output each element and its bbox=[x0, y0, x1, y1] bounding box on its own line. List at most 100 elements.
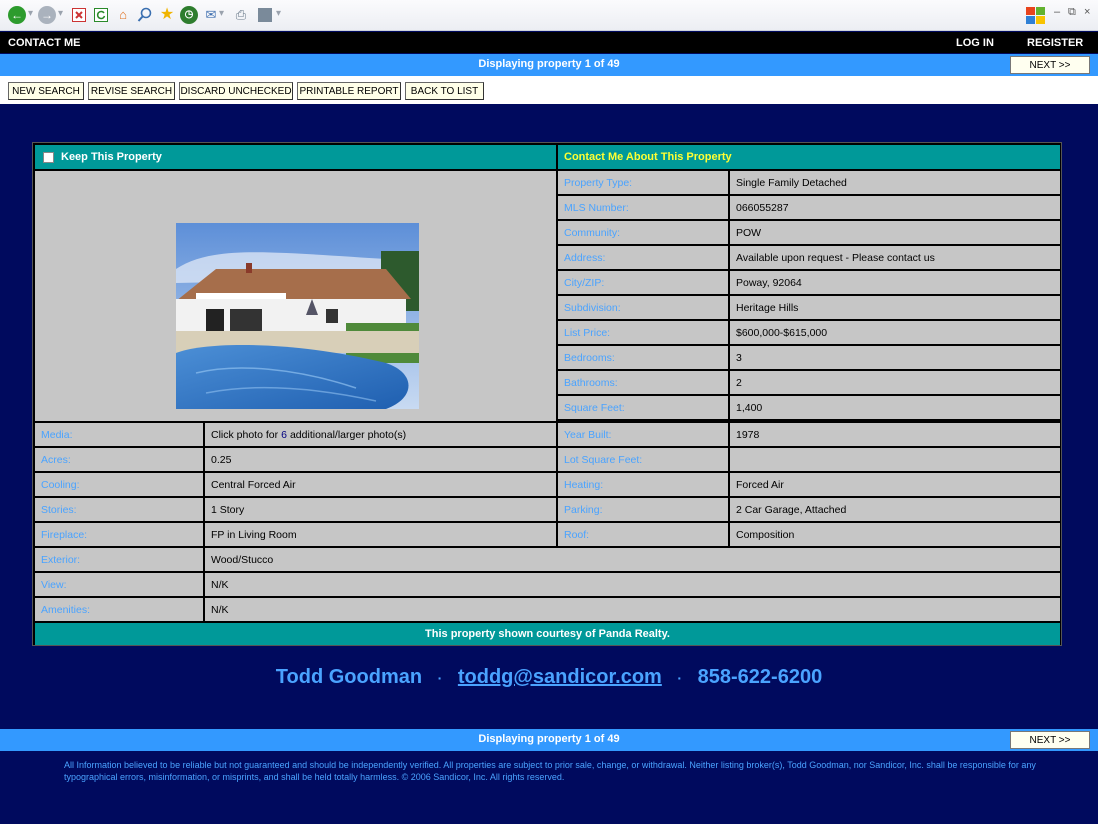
forward-icon[interactable]: → bbox=[38, 6, 56, 24]
status-of: of bbox=[590, 58, 608, 70]
detail-label: Square Feet: bbox=[558, 396, 728, 419]
paired-right-label: Roof: bbox=[558, 523, 728, 546]
close-icon[interactable]: × bbox=[1084, 6, 1090, 18]
print-icon[interactable]: ⎙ bbox=[232, 6, 250, 24]
status-of: of bbox=[590, 733, 608, 745]
paired-left-label: Stories: bbox=[35, 498, 203, 521]
detail-value: $600,000-$615,000 bbox=[730, 321, 1060, 344]
next-button-bottom[interactable]: NEXT >> bbox=[1010, 731, 1090, 749]
history-icon[interactable]: ◷ bbox=[180, 6, 198, 24]
agent-contact: Todd Goodman · toddg@sandicor.com · 858-… bbox=[0, 666, 1098, 689]
detail-label: Community: bbox=[558, 221, 728, 244]
status-prefix: Displaying property bbox=[478, 733, 585, 745]
refresh-icon[interactable] bbox=[92, 6, 110, 24]
detail-value: 1,400 bbox=[730, 396, 1060, 419]
paired-left-label: Acres: bbox=[35, 448, 203, 471]
media-value: Click photo for 6 additional/larger phot… bbox=[205, 423, 556, 446]
status-total: 49 bbox=[607, 58, 620, 70]
detail-value: 3 bbox=[730, 346, 1060, 369]
site-nav: CONTACT ME LOG IN REGISTER bbox=[0, 32, 1098, 53]
restore-icon[interactable]: ⧉ bbox=[1068, 6, 1076, 19]
media-suffix: additional/larger photo(s) bbox=[289, 428, 407, 441]
detail-value: 2 bbox=[730, 371, 1060, 394]
agent-email-link[interactable]: toddg@sandicor.com bbox=[458, 666, 662, 688]
detail-label: City/ZIP: bbox=[558, 271, 728, 294]
detail-label: MLS Number: bbox=[558, 196, 728, 219]
detail-label: Bathrooms: bbox=[558, 371, 728, 394]
windows-logo-icon bbox=[1025, 6, 1047, 26]
full-row-value: Wood/Stucco bbox=[205, 548, 1060, 571]
display-status-text-bottom: Displaying property 1 of 49 bbox=[0, 733, 1098, 745]
mail-dropdown-icon[interactable]: ▾ bbox=[219, 8, 224, 19]
detail-value: Single Family Detached bbox=[730, 171, 1060, 194]
detail-label: List Price: bbox=[558, 321, 728, 344]
edit-dropdown-icon[interactable]: ▾ bbox=[276, 8, 281, 19]
detail-label: Subdivision: bbox=[558, 296, 728, 319]
property-photo[interactable] bbox=[176, 223, 419, 409]
keep-property-checkbox[interactable] bbox=[43, 151, 54, 163]
full-row-label: View: bbox=[35, 573, 203, 596]
favorites-icon[interactable]: ★ bbox=[158, 6, 176, 24]
home-icon[interactable]: ⌂ bbox=[114, 6, 132, 24]
year-built-label: Year Built: bbox=[558, 423, 728, 446]
register-link[interactable]: REGISTER bbox=[1027, 37, 1083, 49]
display-status-text: Displaying property 1 of 49 bbox=[0, 58, 1098, 70]
minimize-icon[interactable]: – bbox=[1054, 6, 1060, 18]
agent-phone: 858-622-6200 bbox=[697, 666, 823, 688]
login-link[interactable]: LOG IN bbox=[956, 37, 994, 49]
stop-icon[interactable] bbox=[70, 6, 88, 24]
browser-toolbar: ← ▾ → ▾ ⌂ ★ ◷ ✉ ▾ ⎙ ▾ – ⧉ × bbox=[0, 0, 1098, 31]
keep-property-header: Keep This Property bbox=[35, 145, 556, 169]
new-search-button[interactable]: NEW SEARCH bbox=[8, 82, 84, 100]
printable-report-button[interactable]: PRINTABLE REPORT bbox=[297, 82, 401, 100]
paired-left-value: 0.25 bbox=[205, 448, 556, 471]
paired-right-value: 2 Car Garage, Attached bbox=[730, 498, 1060, 521]
paired-left-label: Cooling: bbox=[35, 473, 203, 496]
contact-about-property-link[interactable]: Contact Me About This Property bbox=[558, 145, 1060, 169]
photo-count-link[interactable]: 6 bbox=[281, 429, 287, 441]
keep-property-label[interactable]: Keep This Property bbox=[61, 151, 162, 163]
discard-unchecked-button[interactable]: DISCARD UNCHECKED bbox=[179, 82, 293, 100]
display-status-bar: Displaying property 1 of 49 NEXT >> bbox=[0, 54, 1098, 76]
edit-icon[interactable] bbox=[256, 6, 274, 24]
disclaimer-text: All Information believed to be reliable … bbox=[64, 760, 1036, 782]
status-total: 49 bbox=[607, 733, 620, 745]
full-row-value: N/K bbox=[205, 598, 1060, 621]
detail-value: Poway, 92064 bbox=[730, 271, 1060, 294]
agent-name: Todd Goodman bbox=[275, 666, 423, 688]
detail-value: POW bbox=[730, 221, 1060, 244]
property-details-table: Keep This Property Contact Me About This… bbox=[32, 142, 1062, 646]
search-icon[interactable] bbox=[136, 6, 154, 24]
paired-left-value: 1 Story bbox=[205, 498, 556, 521]
detail-value: Available upon request - Please contact … bbox=[730, 246, 1060, 269]
paired-left-value: Central Forced Air bbox=[205, 473, 556, 496]
status-prefix: Displaying property bbox=[478, 58, 585, 70]
detail-label: Address: bbox=[558, 246, 728, 269]
full-row-label: Amenities: bbox=[35, 598, 203, 621]
full-row-value: N/K bbox=[205, 573, 1060, 596]
back-to-list-button[interactable]: BACK TO LIST bbox=[405, 82, 484, 100]
paired-left-value: FP in Living Room bbox=[205, 523, 556, 546]
separator-dot: · bbox=[437, 670, 443, 686]
year-built-value: 1978 bbox=[730, 423, 1060, 446]
paired-left-label: Fireplace: bbox=[35, 523, 203, 546]
display-status-bar-bottom: Displaying property 1 of 49 NEXT >> bbox=[0, 729, 1098, 751]
back-dropdown-icon[interactable]: ▾ bbox=[28, 8, 33, 19]
back-icon[interactable]: ← bbox=[8, 6, 26, 24]
detail-label: Property Type: bbox=[558, 171, 728, 194]
forward-dropdown-icon[interactable]: ▾ bbox=[58, 8, 63, 19]
next-button[interactable]: NEXT >> bbox=[1010, 56, 1090, 74]
detail-label: Bedrooms: bbox=[558, 346, 728, 369]
paired-right-label: Lot Square Feet: bbox=[558, 448, 728, 471]
mail-icon[interactable]: ✉ bbox=[202, 6, 220, 24]
contact-me-link[interactable]: CONTACT ME bbox=[8, 37, 81, 49]
revise-search-button[interactable]: REVISE SEARCH bbox=[88, 82, 175, 100]
paired-right-value: Forced Air bbox=[730, 473, 1060, 496]
detail-value: Heritage Hills bbox=[730, 296, 1060, 319]
full-row-label: Exterior: bbox=[35, 548, 203, 571]
paired-right-label: Parking: bbox=[558, 498, 728, 521]
action-toolbar: NEW SEARCH REVISE SEARCH DISCARD UNCHECK… bbox=[0, 76, 1098, 104]
media-label: Media: bbox=[35, 423, 203, 446]
separator-dot: · bbox=[677, 670, 683, 686]
paired-right-value bbox=[730, 448, 1060, 471]
